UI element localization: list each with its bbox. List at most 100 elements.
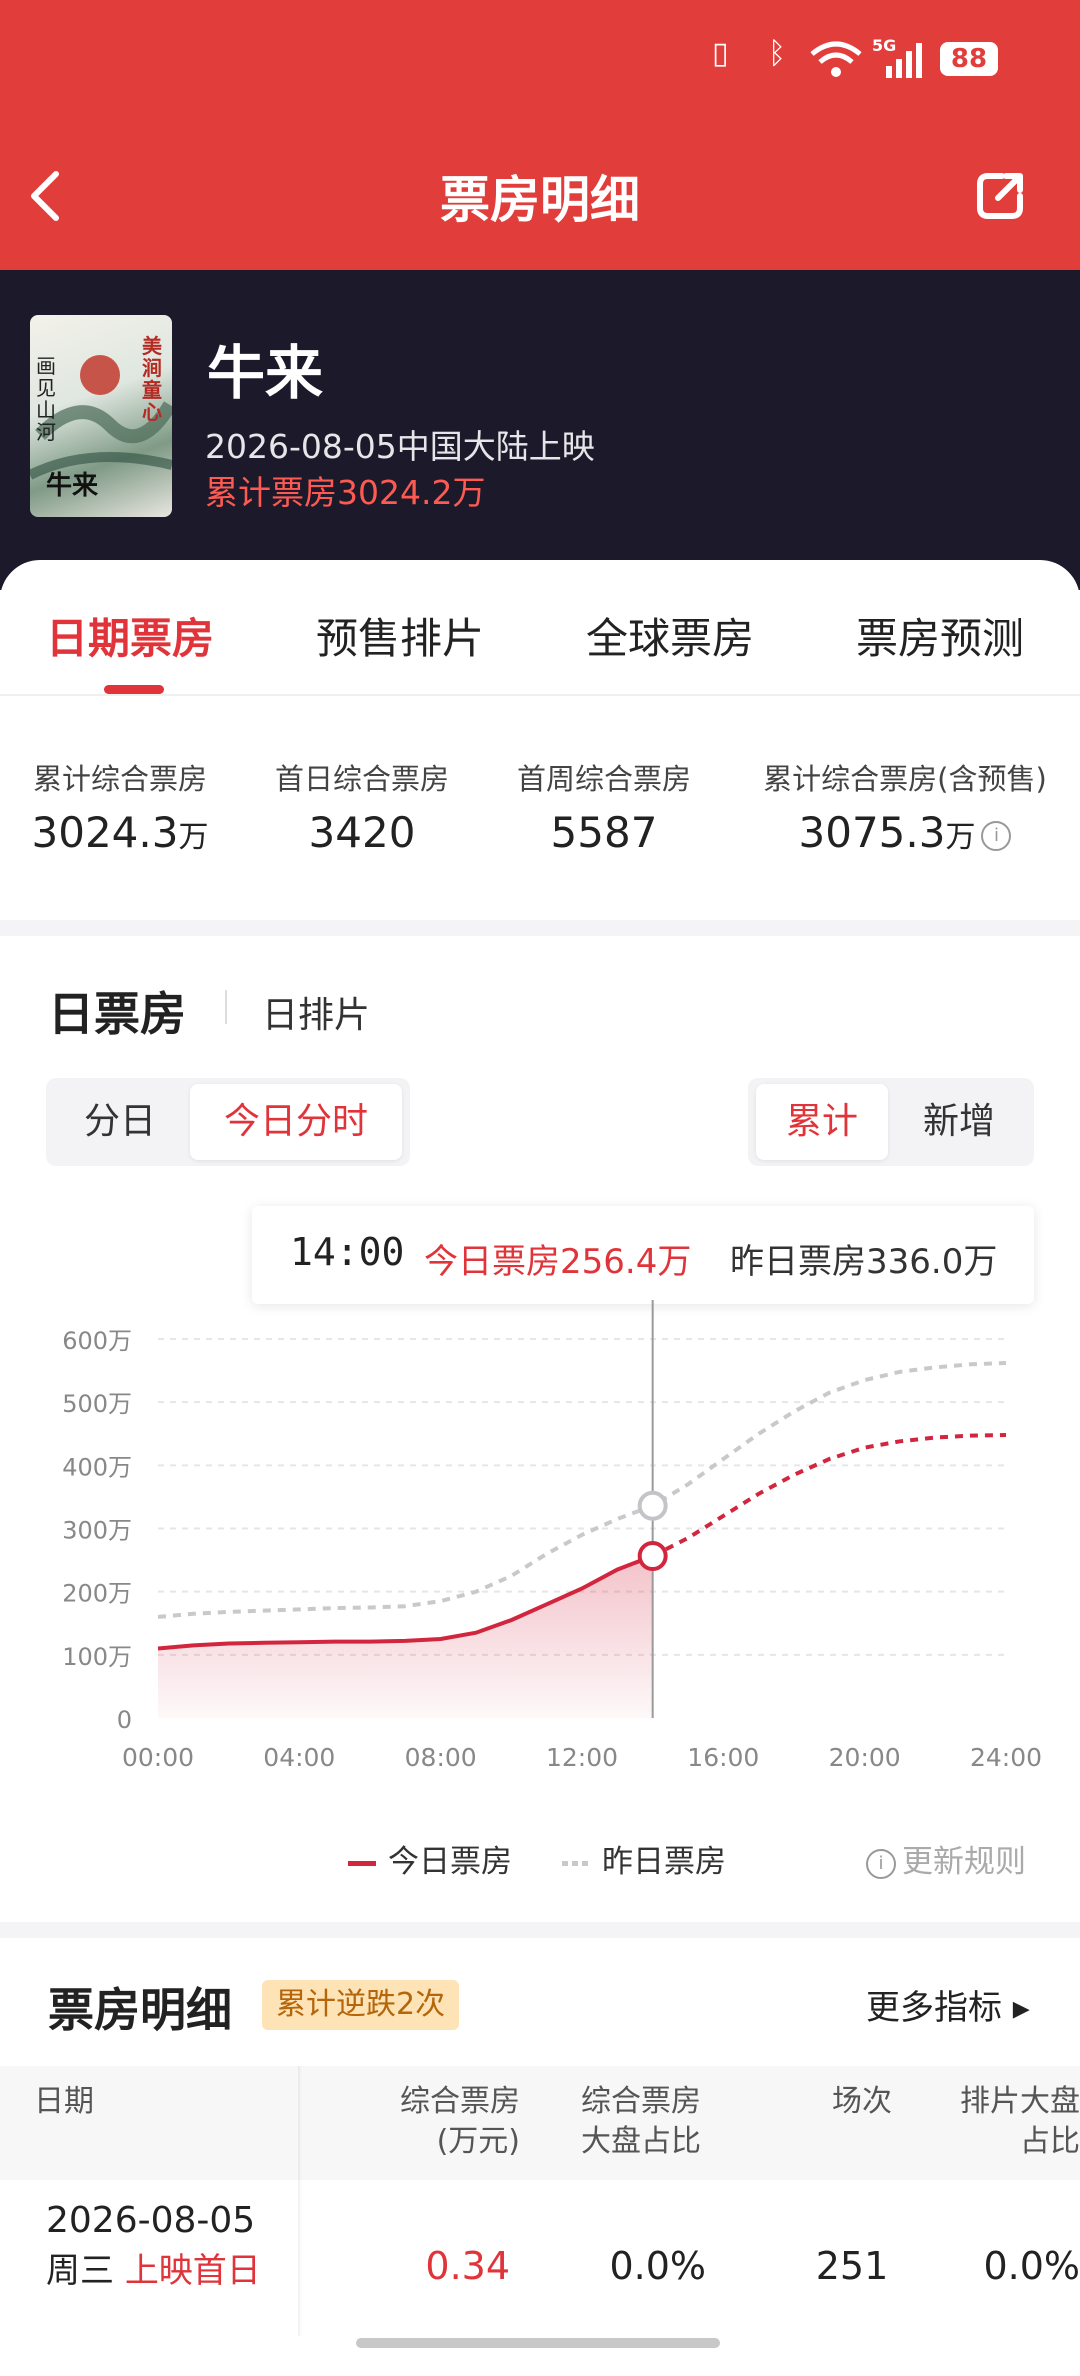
row-shows: 251: [815, 2244, 889, 2288]
stat-label: 累计综合票房: [32, 762, 207, 796]
more-metrics-button[interactable]: 更多指标 ▸: [866, 1980, 1030, 2029]
poster-tagline-1: 美涧童心: [142, 334, 162, 424]
today-area: [158, 1556, 653, 1718]
tooltip-yesterday: 昨日票房336.0万: [730, 1242, 998, 1282]
tooltip-time: 14:00: [290, 1230, 405, 1274]
hourly-toggle[interactable]: 今日分时: [190, 1084, 402, 1160]
signal-icon: [886, 43, 922, 78]
status-bar: ▯ ᛒ 5G 88: [0, 0, 1080, 120]
header-label: 排片大盘: [960, 2084, 1080, 2119]
stat-value: 5587: [550, 808, 658, 857]
home-indicator[interactable]: [356, 2338, 720, 2348]
stat-unit: 万: [178, 820, 209, 855]
header-label: 综合票房: [400, 2084, 520, 2119]
header-label: 大盘占比: [581, 2124, 701, 2159]
legend-today: 今日票房: [348, 1836, 512, 1881]
yesterday-line: [157, 1361, 1007, 1619]
wifi-icon: [810, 41, 862, 77]
daily-schedule-link[interactable]: 日排片: [262, 986, 370, 1038]
tab-date-box-office[interactable]: 日期票房: [46, 605, 214, 666]
x-tick-label: 20:00: [829, 1743, 901, 1772]
stat-value: 3075.3万 i: [740, 808, 1070, 857]
stat-number: 3024.3: [31, 808, 179, 857]
x-tick-label: 24:00: [970, 1743, 1042, 1772]
column-header-gross[interactable]: 综合票房 (万元): [370, 2082, 520, 2162]
update-rule-label: 更新规则: [902, 1844, 1026, 1880]
movie-poster[interactable]: 美涧童心 画见山河 牛来: [30, 315, 172, 517]
info-icon[interactable]: i: [981, 820, 1012, 851]
daily-toggle[interactable]: 分日: [58, 1084, 182, 1160]
row-share: 0.0%: [609, 2244, 706, 2288]
share-icon[interactable]: [972, 168, 1028, 224]
detail-title: 票房明细: [48, 1983, 232, 2037]
stat-label: 累计综合票房(含预售): [763, 762, 1047, 796]
daily-title: 日票房: [48, 987, 186, 1041]
stat-label: 首周综合票房: [516, 762, 691, 796]
legend-today-label: 今日票房: [388, 1844, 512, 1880]
legend-yesterday-label: 昨日票房: [602, 1844, 726, 1880]
y-tick-label: 500万: [62, 1390, 132, 1418]
y-tick-label: 0: [117, 1706, 132, 1734]
tab-indicator: [104, 685, 164, 694]
poster-tagline-2: 画见山河: [36, 354, 56, 444]
legend-yesterday: 昨日票房: [562, 1836, 726, 1881]
battery-indicator: 88: [940, 42, 998, 76]
tab-forecast[interactable]: 票房预测: [856, 605, 1024, 666]
section-gap: [0, 1922, 1080, 1938]
page-title: 票房明细: [440, 171, 640, 229]
stat-value: 3024.3万: [10, 808, 230, 857]
header-label: 日期: [34, 2084, 94, 2119]
box-office-chart[interactable]: 600万 500万 400万 300万 200万 100万 0 00:00 04:00 08:00…: [0, 1300, 1080, 1800]
section-gap: [0, 920, 1080, 936]
legend-yesterday-swatch: [562, 1861, 590, 1866]
title-divider: [225, 990, 227, 1024]
tabs-divider: [0, 694, 1080, 696]
stat-label: 首日综合票房: [274, 762, 449, 796]
column-header-schedule[interactable]: 排片大盘 占比: [950, 2082, 1080, 2162]
tab-presale-schedule[interactable]: 预售排片: [316, 605, 484, 666]
poster-title: 牛来: [46, 471, 99, 501]
reverse-drop-badge: 累计逆跌2次: [262, 1980, 460, 2030]
row-schedule: 0.0%: [983, 2244, 1080, 2288]
y-tick-label: 100万: [62, 1643, 132, 1671]
column-header-date[interactable]: 日期: [34, 2082, 94, 2122]
today-forecast-line: [651, 1433, 1007, 1558]
stat-unit: 万: [945, 820, 976, 855]
header-label: 场次: [832, 2084, 892, 2119]
stat-value: 3420: [308, 808, 416, 857]
today-cursor-point: [637, 1541, 668, 1572]
stat-number: 3075.3: [798, 808, 946, 857]
row-gross: 0.34: [425, 2244, 510, 2288]
incremental-toggle[interactable]: 新增: [892, 1084, 1026, 1160]
x-tick-label: 00:00: [122, 1743, 194, 1772]
row-date: 2026-08-05: [46, 2200, 256, 2241]
row-weekday: 周三: [46, 2251, 114, 2291]
x-tick-label: 08:00: [405, 1743, 477, 1772]
cumulative-toggle[interactable]: 累计: [756, 1084, 888, 1160]
y-tick-label: 600万: [62, 1327, 132, 1355]
y-tick-label: 200万: [62, 1580, 132, 1608]
row-release-tag: 上映首日: [124, 2251, 261, 2291]
bluetooth-icon: ᛒ: [768, 36, 786, 71]
info-icon: i: [866, 1848, 896, 1879]
x-tick-label: 04:00: [263, 1743, 335, 1772]
table-header: [0, 2066, 1080, 2180]
release-info: 2026-08-05中国大陆上映: [205, 427, 595, 466]
tab-global-box-office[interactable]: 全球票房: [586, 605, 754, 666]
update-rule-link[interactable]: i 更新规则: [866, 1836, 1026, 1881]
x-tick-label: 12:00: [546, 1743, 618, 1772]
header-label: 占比: [1020, 2124, 1080, 2159]
total-box-office: 累计票房3024.2万: [205, 473, 486, 512]
vibrate-icon: ▯: [712, 36, 729, 71]
column-header-share[interactable]: 综合票房 大盘占比: [566, 2082, 716, 2162]
x-tick-label: 16:00: [687, 1743, 759, 1772]
y-tick-label: 400万: [62, 1453, 132, 1481]
header-label: 综合票房: [581, 2084, 701, 2119]
y-tick-label: 300万: [62, 1517, 132, 1545]
header-label: (万元): [436, 2124, 520, 2159]
tooltip-today: 今日票房256.4万: [424, 1242, 692, 1282]
legend-today-swatch: [348, 1861, 376, 1866]
movie-title: 牛来: [207, 339, 324, 407]
row-date-extra: 周三 上映首日: [46, 2248, 266, 2294]
column-header-shows[interactable]: 场次: [812, 2082, 912, 2122]
